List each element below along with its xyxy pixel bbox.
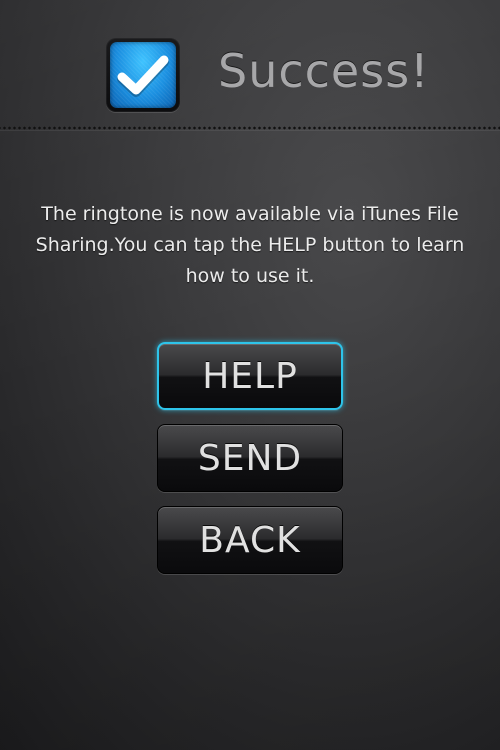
success-message: The ringtone is now available via iTunes… [35, 203, 465, 287]
page-title: Success! [218, 44, 430, 98]
checkmark-icon [106, 38, 180, 112]
dotted-divider [0, 126, 500, 131]
checkmark-glyph [117, 55, 169, 97]
help-button[interactable]: HELP [157, 342, 343, 410]
success-screen: Success! The ringtone is now available v… [0, 0, 500, 750]
send-button[interactable]: SEND [157, 424, 343, 492]
back-button[interactable]: BACK [157, 506, 343, 574]
header: Success! [0, 0, 500, 126]
